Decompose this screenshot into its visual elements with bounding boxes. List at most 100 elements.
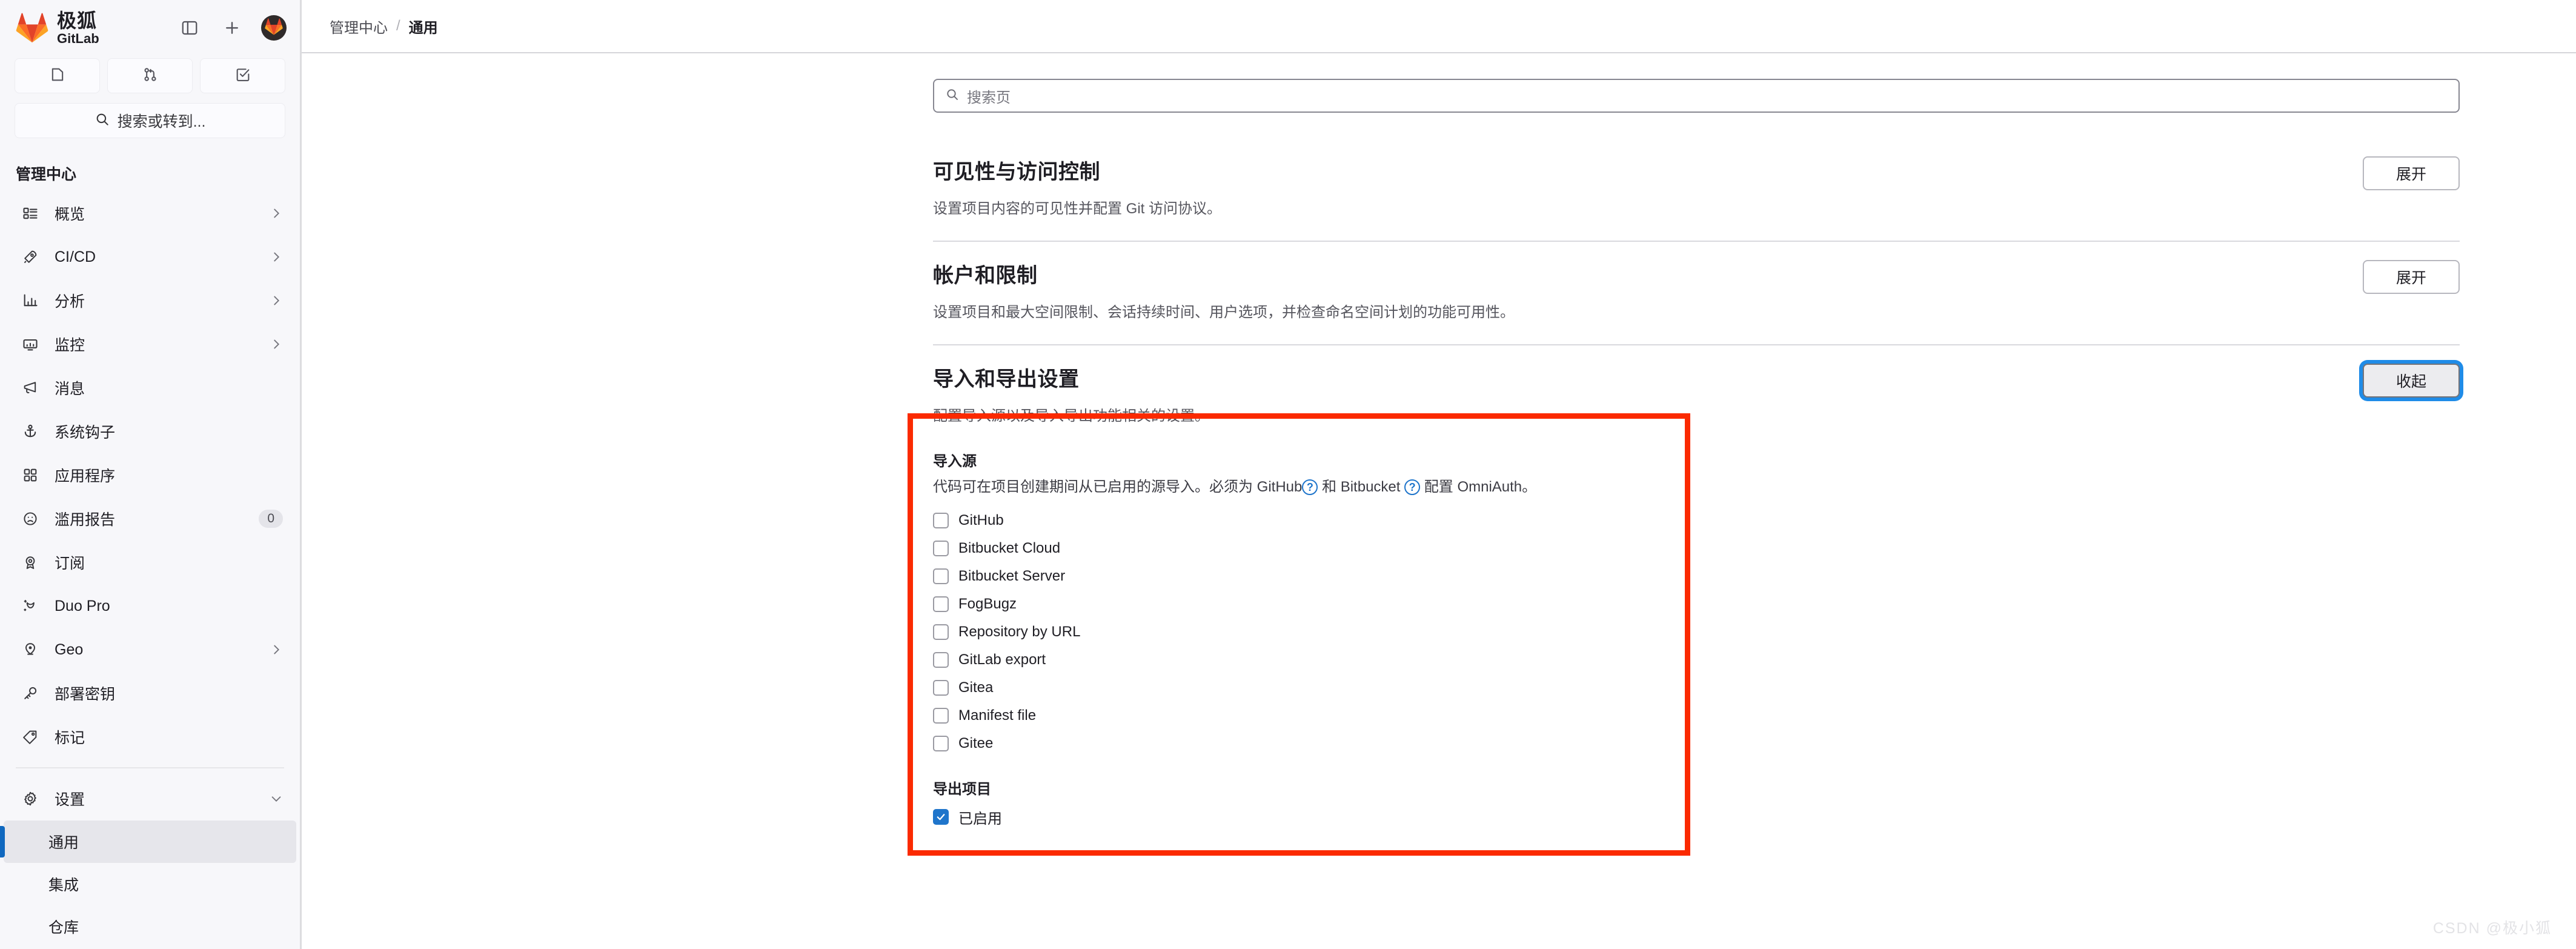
- chevron-right-icon: [270, 338, 283, 351]
- checkbox-row-manifest-file[interactable]: Manifest file: [933, 702, 2460, 730]
- section-title: 可见性与访问控制: [933, 161, 1100, 184]
- sidebar-header-actions: [176, 15, 287, 41]
- sidebar-item-labels[interactable]: 标记: [4, 715, 296, 759]
- import-sources-label: 导入源: [933, 453, 977, 470]
- rocket-icon: [19, 246, 41, 268]
- settings-sections: 可见性与访问控制 设置项目内容的可见性并配置 Git 访问协议。 展开 帐户和限…: [933, 138, 2460, 851]
- sidebar-item-label: 系统钩子: [55, 424, 116, 441]
- sidebar-item-label: 监控: [55, 337, 85, 354]
- checkbox-github[interactable]: [933, 513, 949, 528]
- export-projects-checkbox-list: 已启用: [933, 803, 2460, 831]
- duo-sparkle-icon: [19, 595, 41, 617]
- sidebar-item-overview[interactable]: 概览: [4, 191, 296, 235]
- checkbox-gitlab-export[interactable]: [933, 652, 949, 668]
- import-sources-description: 代码可在项目创建期间从已启用的源导入。必须为 GitHub? 和 Bitbuck…: [933, 476, 2460, 498]
- applications-grid-icon: [19, 464, 41, 486]
- user-avatar[interactable]: [261, 15, 287, 41]
- sidebar-item-abuse-reports[interactable]: 滥用报告 0: [4, 497, 296, 541]
- sidebar-subitem-label: 集成: [48, 877, 79, 894]
- sidebar-item-right: [270, 207, 283, 220]
- search-icon: [95, 112, 110, 130]
- sidebar-item-subscription[interactable]: 订阅: [4, 541, 296, 584]
- sidebar-item-applications[interactable]: 应用程序: [4, 453, 296, 497]
- chevron-down-icon: [270, 792, 283, 805]
- breadcrumb-root[interactable]: 管理中心: [330, 16, 388, 37]
- app-root: 极狐 GitLab 搜索或转到... 管理中心 概览 CI/CD 分析 监控 消…: [0, 0, 2576, 949]
- search-icon: [945, 87, 960, 105]
- sidebar-item-right: [270, 338, 283, 351]
- expand-button-visibility[interactable]: 展开: [2363, 156, 2460, 190]
- sidebar-item-settings[interactable]: 设置: [4, 777, 296, 821]
- checkbox-manifest-file[interactable]: [933, 708, 949, 724]
- checkbox-label: Gitea: [958, 679, 994, 696]
- key-icon: [19, 682, 41, 704]
- checkbox-row-export-enabled[interactable]: 已启用: [933, 803, 2460, 831]
- checkbox-bitbucket-cloud[interactable]: [933, 541, 949, 556]
- settings-section-visibility: 可见性与访问控制 设置项目内容的可见性并配置 Git 访问协议。 展开: [933, 138, 2460, 241]
- checkbox-row-bitbucket-server[interactable]: Bitbucket Server: [933, 562, 2460, 590]
- sidebar-item-messages[interactable]: 消息: [4, 366, 296, 410]
- quick-link-merge-requests[interactable]: [107, 58, 193, 93]
- sidebar-item-label: CI/CD: [55, 248, 96, 265]
- sidebar-item-label: 标记: [55, 730, 85, 747]
- sidebar-divider: [16, 767, 284, 768]
- toggle-sidebar-icon[interactable]: [176, 15, 203, 41]
- sidebar-item-monitoring[interactable]: 监控: [4, 322, 296, 366]
- sidebar-item-deploy-keys[interactable]: 部署密钥: [4, 671, 296, 715]
- sidebar-item-label: 设置: [55, 791, 85, 808]
- sidebar-item-right: 0: [259, 510, 283, 528]
- quick-link-todos[interactable]: [200, 58, 285, 93]
- sidebar-item-label: 消息: [55, 381, 85, 398]
- sidebar-section-title: 管理中心: [16, 166, 77, 183]
- sidebar-item-right: [270, 250, 283, 264]
- sidebar-item-duo-pro[interactable]: Duo Pro: [4, 584, 296, 628]
- breadcrumb: 管理中心 / 通用: [302, 0, 2576, 53]
- checkbox-label: Gitee: [958, 735, 994, 751]
- section-description: 配置导入源以及导入导出功能相关的设置。: [933, 408, 1209, 424]
- checkbox-bitbucket-server[interactable]: [933, 568, 949, 584]
- sidebar-item-label: 应用程序: [55, 468, 116, 485]
- checkbox-label: Bitbucket Server: [958, 568, 1066, 584]
- sidebar-item-settings-repository[interactable]: 仓库: [4, 905, 296, 948]
- question-circle-icon-github[interactable]: ?: [1302, 479, 1318, 495]
- primary-sidebar: 极狐 GitLab 搜索或转到... 管理中心 概览 CI/CD 分析 监控 消…: [0, 0, 302, 949]
- geo-pin-icon: [19, 639, 41, 661]
- csdn-watermark: CSDN @极小狐: [2432, 920, 2552, 937]
- checkbox-label: Manifest file: [958, 707, 1037, 724]
- checkbox-row-gitee[interactable]: Gitee: [933, 730, 2460, 758]
- checkbox-row-repository-by-url[interactable]: Repository by URL: [933, 618, 2460, 646]
- checkbox-export-enabled[interactable]: [933, 809, 949, 825]
- section-description: 设置项目内容的可见性并配置 Git 访问协议。: [933, 201, 1222, 217]
- checkbox-row-gitlab-export[interactable]: GitLab export: [933, 646, 2460, 674]
- checkbox-row-bitbucket-cloud[interactable]: Bitbucket Cloud: [933, 534, 2460, 562]
- quick-link-issues[interactable]: [15, 58, 100, 93]
- sidebar-search-trigger[interactable]: 搜索或转到...: [15, 103, 285, 138]
- section-title: 导入和导出设置: [933, 368, 1080, 391]
- sidebar-item-analytics[interactable]: 分析: [4, 279, 296, 322]
- checkbox-gitea[interactable]: [933, 680, 949, 696]
- collapse-button-import-export[interactable]: 收起: [2363, 364, 2460, 398]
- checkbox-label: Bitbucket Cloud: [958, 540, 1061, 556]
- checkbox-gitee[interactable]: [933, 736, 949, 751]
- sidebar-item-label: 订阅: [55, 555, 85, 572]
- sidebar-item-settings-integrations[interactable]: 集成: [4, 863, 296, 905]
- checkbox-repository-by-url[interactable]: [933, 624, 949, 640]
- sidebar-item-geo[interactable]: Geo: [4, 628, 296, 671]
- checkbox-label: Repository by URL: [958, 624, 1081, 640]
- sidebar-item-settings-general[interactable]: 通用: [0, 821, 296, 863]
- breadcrumb-current[interactable]: 通用: [409, 16, 438, 37]
- sidebar-item-system-hooks[interactable]: 系统钩子: [4, 410, 296, 453]
- brand-logo-area[interactable]: 极狐 GitLab: [16, 11, 99, 45]
- question-circle-icon-bitbucket[interactable]: ?: [1404, 479, 1421, 495]
- sidebar-item-cicd[interactable]: CI/CD: [4, 235, 296, 279]
- sidebar-search-label: 搜索或转到...: [117, 113, 206, 130]
- new-item-plus-icon[interactable]: [219, 15, 245, 41]
- checkbox-row-fogbugz[interactable]: FogBugz: [933, 590, 2460, 618]
- sidebar-item-right: [270, 792, 283, 805]
- expand-button-account-limits[interactable]: 展开: [2363, 260, 2460, 294]
- checkbox-row-github[interactable]: GitHub: [933, 507, 2460, 534]
- checkbox-fogbugz[interactable]: [933, 596, 949, 612]
- search-input[interactable]: 搜索页: [933, 79, 2460, 113]
- brand-name-cn: 极狐: [57, 9, 98, 32]
- checkbox-row-gitea[interactable]: Gitea: [933, 674, 2460, 702]
